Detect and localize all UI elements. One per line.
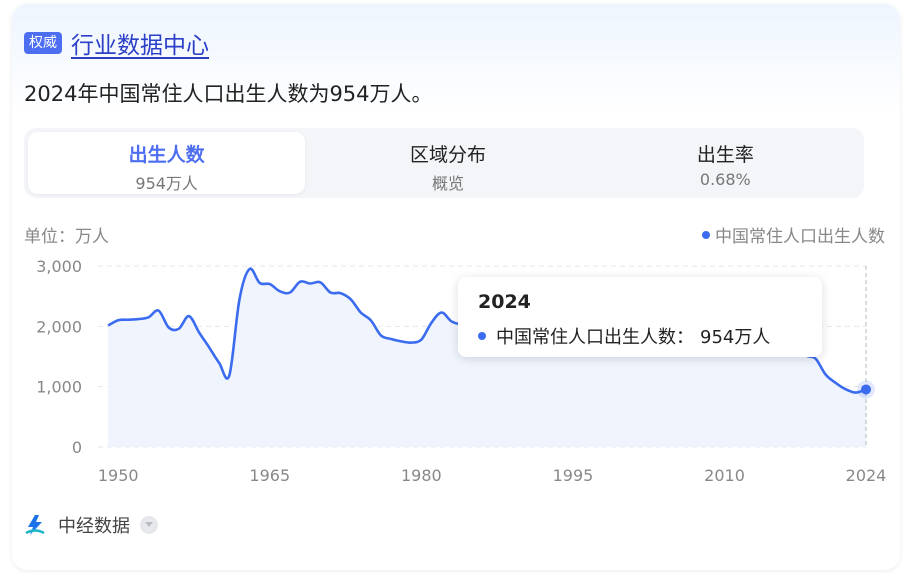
chevron-down-icon[interactable] xyxy=(140,516,158,534)
x-tick-label: 1950 xyxy=(98,466,139,485)
tooltip-row: 中国常住人口出生人数： 954万人 xyxy=(478,323,770,349)
x-tick-label: 1980 xyxy=(401,466,442,485)
x-tick-label: 2010 xyxy=(704,466,745,485)
x-tick-label: 2024 xyxy=(846,466,887,485)
tooltip-value: 954万人 xyxy=(700,327,771,348)
tooltip-series-dot-icon xyxy=(478,332,486,340)
y-tick-label: 3,000 xyxy=(36,257,82,276)
tooltip-separator: ： xyxy=(676,327,694,348)
source-logo-icon xyxy=(25,515,45,535)
tooltip-series-name: 中国常住人口出生人数 xyxy=(496,327,676,348)
chart-tooltip: 2024 中国常住人口出生人数： 954万人 xyxy=(458,277,822,357)
y-tick-label: 0 xyxy=(72,438,82,457)
y-tick-label: 2,000 xyxy=(36,317,82,336)
highlight-point xyxy=(861,384,871,395)
source-footer: 中经数据 xyxy=(24,512,158,538)
tooltip-year: 2024 xyxy=(478,291,531,313)
x-tick-label: 1995 xyxy=(553,466,594,485)
y-tick-label: 1,000 xyxy=(36,378,82,397)
x-tick-label: 1965 xyxy=(249,466,290,485)
source-name[interactable]: 中经数据 xyxy=(58,512,130,538)
